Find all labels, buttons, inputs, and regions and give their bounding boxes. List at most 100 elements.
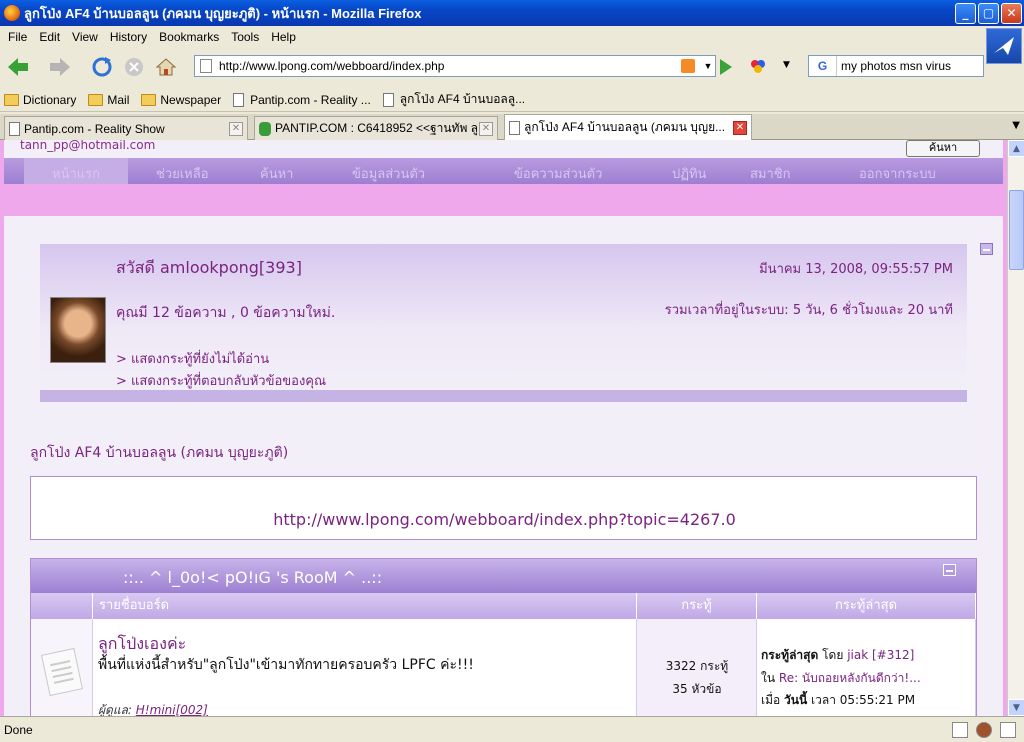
tab-pantip-c6418952[interactable]: PANTIP.COM : C6418952 <<ฐานทัพ ลู... ✕ <box>254 116 498 140</box>
bookmark-lpong[interactable]: ลูกโป่ง AF4 บ้านบอลลู... <box>382 90 525 109</box>
user-email: tann_pp@hotmail.com <box>20 140 156 152</box>
page-icon <box>9 121 20 136</box>
url-dropdown-icon[interactable]: ▼ <box>701 61 715 71</box>
welcome-footer-bar <box>40 390 967 402</box>
maximize-button[interactable]: ▢ <box>978 2 999 24</box>
collapse-icon[interactable] <box>980 243 993 255</box>
home-icon[interactable] <box>152 53 180 81</box>
go-icon[interactable] <box>720 59 732 75</box>
board-topic-count: 35 หัวข้อ <box>672 682 722 696</box>
stop-icon[interactable] <box>120 53 148 81</box>
window-title: ลูกโป่ง AF4 บ้านบอลลูน (ภคมน บุญยะภูติ) … <box>24 5 422 21</box>
folder-icon <box>88 93 104 106</box>
url-text: http://www.lpong.com/webboard/index.php <box>219 59 445 73</box>
last-post-topic-link[interactable]: Re: นับถอยหลังกันดีกว่า!... <box>779 671 921 685</box>
welcome-panel: สวัสดี amlookpong[393] มีนาคม 13, 2008, … <box>40 244 967 402</box>
board-description: พื้นที่แห่งนี้สำหรับ"ลูกโป่ง"เข้ามาทักทา… <box>98 657 474 673</box>
greasemonkey-icon[interactable] <box>976 721 992 738</box>
nav-calendar[interactable]: ปฏิทิน <box>672 163 706 184</box>
replies-link[interactable]: > แสดงกระทู้ที่ตอบกลับหัวข้อของคุณ <box>116 370 326 391</box>
nav-members[interactable]: สมาชิก <box>750 163 791 184</box>
tab-list-dropdown-icon[interactable]: ▼ <box>1012 120 1020 131</box>
nav-search[interactable]: ค้นหา <box>260 163 293 184</box>
status-text: Done <box>4 722 33 737</box>
vertical-scrollbar[interactable]: ▲ ▼ <box>1007 140 1024 716</box>
cactus-icon <box>259 121 271 136</box>
tab-bar: Pantip.com - Reality Show ✕ PANTIP.COM :… <box>0 114 1024 140</box>
nav-toolbar: http://www.lpong.com/webboard/index.php … <box>0 48 985 86</box>
avatar <box>50 297 106 363</box>
page-body: tann_pp@hotmail.com ค้นหา หน้าแรก ช่วยเห… <box>4 140 1003 716</box>
topic-url-link[interactable]: http://www.lpong.com/webboard/index.php?… <box>31 510 978 529</box>
menu-edit[interactable]: Edit <box>33 30 66 44</box>
search-input[interactable]: my photos msn virus <box>837 59 983 73</box>
throbber-icon <box>986 28 1022 64</box>
menu-history[interactable]: History <box>104 30 153 44</box>
category-title[interactable]: ::.. ^ l_0o!< pO!ıG 's RooM ^ ..:: <box>123 568 382 587</box>
back-arrow-icon[interactable] <box>4 53 32 81</box>
folder-icon <box>141 93 157 106</box>
bookmark-newspaper[interactable]: Newspaper <box>141 93 221 107</box>
bookmark-mail[interactable]: Mail <box>88 93 129 107</box>
search-bar[interactable]: G my photos msn virus <box>808 55 984 77</box>
menu-tools[interactable]: Tools <box>225 30 265 44</box>
col-icon-header <box>31 593 93 619</box>
title-bar: ลูกโป่ง AF4 บ้านบอลลูน (ภคมน บุญยะภูติ) … <box>0 0 1024 26</box>
last-post-line3: เมื่อ วันนี้ เวลา 05:55:21 PM <box>761 693 916 707</box>
board-category-header: ::.. ^ l_0o!< pO!ıG 's RooM ^ ..:: <box>31 559 976 593</box>
check-icon[interactable] <box>1000 721 1016 738</box>
scroll-up-icon[interactable]: ▲ <box>1008 140 1024 157</box>
tab-close-icon[interactable]: ✕ <box>479 121 493 136</box>
moderator-link[interactable]: H!mini[002] <box>136 703 208 716</box>
page-info-icon[interactable] <box>952 721 968 738</box>
current-date: มีนาคม 13, 2008, 09:55:57 PM <box>759 262 953 277</box>
tab-close-icon[interactable]: ✕ <box>229 121 243 136</box>
menu-help[interactable]: Help <box>265 30 302 44</box>
search-button[interactable]: ค้นหา <box>906 140 980 157</box>
url-bar[interactable]: http://www.lpong.com/webboard/index.php … <box>194 55 716 77</box>
menu-view[interactable]: View <box>66 30 104 44</box>
menu-bookmarks[interactable]: Bookmarks <box>153 30 225 44</box>
col-topics-header: กระทู้ <box>637 593 757 619</box>
online-time: รวมเวลาที่อยู่ในระบบ: 5 วัน, 6 ชั่วโมงแล… <box>664 303 953 318</box>
page-icon <box>509 120 520 135</box>
page-content: tann_pp@hotmail.com ค้นหา หน้าแรก ช่วยเห… <box>0 140 1007 716</box>
board-moderator: ผู้ดูแล: H!mini[002] <box>98 703 208 716</box>
tab-lpong-active[interactable]: ลูกโป่ง AF4 บ้านบอลลูน (ภคมน บุญย... ✕ <box>504 114 752 140</box>
reload-icon[interactable] <box>88 53 116 81</box>
bookmarks-bar: Dictionary Mail Newspaper Pantip.com - R… <box>0 88 1024 112</box>
rss-icon[interactable] <box>681 59 695 73</box>
scroll-thumb[interactable] <box>1009 190 1024 270</box>
tab-close-icon[interactable]: ✕ <box>733 120 747 135</box>
page-icon <box>233 92 245 107</box>
breadcrumb[interactable]: ลูกโป่ง AF4 บ้านบอลลูน (ภคมน บุญยะภูติ) <box>30 442 288 464</box>
nav-messages[interactable]: ข้อความส่วนตัว <box>514 163 602 184</box>
forward-arrow-icon[interactable] <box>46 53 74 81</box>
menu-file[interactable]: File <box>2 30 33 44</box>
unread-posts-link[interactable]: > แสดงกระทู้ที่ยังไม่ได้อ่าน <box>116 348 269 369</box>
last-post-user-link[interactable]: jiak [#312] <box>847 648 914 662</box>
page-icon <box>200 59 212 73</box>
addon-icon[interactable] <box>750 58 766 74</box>
nav-profile[interactable]: ข้อมูลส่วนตัว <box>352 163 425 184</box>
close-button[interactable]: ✕ <box>1001 2 1022 24</box>
board-document-icon <box>41 647 83 697</box>
last-post-line2: ใน Re: นับถอยหลังกันดีกว่า!... <box>761 671 921 685</box>
greeting: สวัสดี amlookpong[393] <box>116 258 302 277</box>
nav-home[interactable]: หน้าแรก <box>52 163 100 184</box>
bookmark-pantip[interactable]: Pantip.com - Reality ... <box>233 92 371 107</box>
collapse-icon[interactable] <box>943 564 956 576</box>
nav-help[interactable]: ช่วยเหลือ <box>156 163 209 184</box>
search-engine-icon[interactable]: G <box>809 56 837 76</box>
menu-bar: File Edit View History Bookmarks Tools H… <box>0 26 1024 48</box>
minimize-button[interactable]: _ <box>955 2 976 24</box>
tab-pantip-reality[interactable]: Pantip.com - Reality Show ✕ <box>4 116 248 140</box>
nav-logout[interactable]: ออกจากระบบ <box>859 163 936 184</box>
last-post-line1: กระทู้ล่าสุด โดย jiak [#312] <box>761 648 915 662</box>
message-count[interactable]: คุณมี 12 ข้อความ , 0 ข้อความใหม่. <box>116 302 335 324</box>
pink-banner <box>4 184 1003 216</box>
addon-dropdown-icon[interactable]: ▼ <box>783 60 790 70</box>
scroll-down-icon[interactable]: ▼ <box>1008 699 1024 716</box>
bookmark-dictionary[interactable]: Dictionary <box>4 93 76 107</box>
status-bar: Done <box>0 716 1024 742</box>
